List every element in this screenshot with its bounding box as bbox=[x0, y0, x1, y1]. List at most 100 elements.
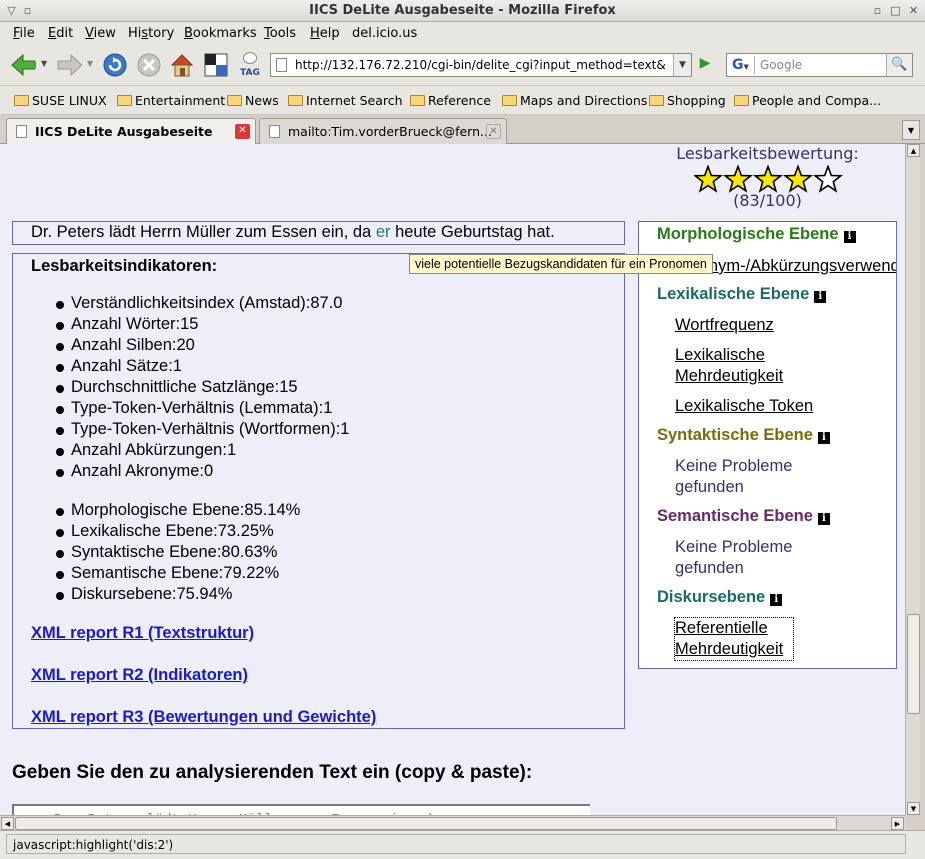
menu-bar: File Edit View History Bookmarks Tools H… bbox=[0, 22, 925, 45]
syntactic-no-problems: Keine Probleme gefunden bbox=[675, 457, 793, 496]
bookmarks-toolbar: SUSE LINUX Entertainment News Internet S… bbox=[0, 85, 925, 115]
tag-icon[interactable]: TAG bbox=[237, 52, 263, 80]
problem-panel: Morphologische Ebene i Akronym-/Abkürzung… bbox=[638, 221, 897, 669]
stop-icon[interactable] bbox=[136, 52, 162, 78]
menu-file[interactable]: File bbox=[13, 26, 35, 41]
list-item: Durchschnittliche Satzlänge:15 bbox=[53, 377, 349, 398]
lexical-token-link[interactable]: Lexikalische Token bbox=[675, 396, 813, 417]
menu-bookmarks[interactable]: Bookmarks bbox=[184, 26, 257, 41]
tab-delite[interactable]: IICS DeLite Ausgabeseite ✕ bbox=[6, 118, 256, 144]
syntactic-level-heading: Syntaktische Ebene i bbox=[657, 426, 830, 445]
semantic-level-heading: Semantische Ebene i bbox=[657, 507, 830, 526]
info-icon[interactable]: i bbox=[814, 291, 827, 303]
bookmark-folder[interactable]: News bbox=[227, 93, 279, 108]
indicators-panel: Lesbarkeitsindikatoren: Verständlichkeit… bbox=[12, 253, 625, 729]
bookmark-folder[interactable]: Shopping bbox=[649, 93, 726, 108]
star-filled-icon bbox=[694, 165, 724, 193]
scroll-down-icon[interactable]: ▼ bbox=[907, 802, 920, 815]
folder-icon bbox=[649, 95, 664, 106]
url-input[interactable]: http://132.176.72.210/cgi-bin/delite_cgi… bbox=[295, 58, 671, 72]
horizontal-scroll-thumb[interactable] bbox=[15, 817, 837, 830]
close-window-icon[interactable]: ✕ bbox=[906, 3, 921, 18]
tab-mailto[interactable]: mailto:Tim.vorderBrueck@fern... ✕ bbox=[259, 118, 507, 144]
back-history-chevron-icon[interactable]: ▼ bbox=[41, 59, 47, 68]
folder-icon bbox=[227, 95, 242, 106]
bookmark-folder[interactable]: Reference bbox=[410, 93, 491, 108]
menu-help[interactable]: Help bbox=[310, 26, 340, 41]
go-icon[interactable]: ▶ bbox=[694, 55, 716, 75]
info-icon[interactable]: i bbox=[843, 231, 856, 243]
tooltip: viele potentielle Bezugskandidaten für e… bbox=[409, 254, 713, 274]
star-rating bbox=[694, 165, 844, 193]
folder-icon bbox=[117, 95, 132, 106]
bookmark-folder[interactable]: Entertainment bbox=[117, 93, 225, 108]
minimize-icon[interactable]: ▫ bbox=[870, 3, 885, 18]
list-item: Syntaktische Ebene:80.63% bbox=[53, 542, 300, 563]
highlighted-pronoun[interactable]: er bbox=[376, 223, 391, 241]
url-history-dropdown-icon[interactable]: ▼ bbox=[673, 54, 691, 76]
list-item: Anzahl Akronyme:0 bbox=[53, 461, 349, 482]
menu-history[interactable]: History bbox=[128, 26, 174, 41]
search-engine-icon[interactable]: G▼ bbox=[729, 56, 755, 74]
star-empty-icon bbox=[812, 165, 844, 193]
menu-edit[interactable]: Edit bbox=[48, 26, 73, 41]
referential-ambiguity-link[interactable]: Referentielle Mehrdeutigkeit bbox=[674, 617, 794, 661]
close-tab-icon[interactable]: ✕ bbox=[486, 124, 501, 139]
bookmark-folder[interactable]: People and Compa... bbox=[734, 93, 881, 108]
list-item: Anzahl Silben:20 bbox=[53, 335, 349, 356]
navigation-toolbar: ▼ ▼ TAG http://132.176.72.210/cgi-bin/de… bbox=[0, 45, 925, 85]
page-icon bbox=[269, 125, 280, 138]
tab-bar: IICS DeLite Ausgabeseite ✕ mailto:Tim.vo… bbox=[0, 115, 925, 144]
list-item: Lexikalische Ebene:73.25% bbox=[53, 521, 300, 542]
info-icon[interactable]: i bbox=[770, 594, 783, 606]
search-icon[interactable]: 🔍 bbox=[886, 54, 912, 76]
scroll-right-icon[interactable]: ▶ bbox=[891, 817, 904, 830]
morphological-level-heading: Morphologische Ebene i bbox=[657, 225, 856, 244]
forward-history-chevron-icon[interactable]: ▼ bbox=[87, 59, 93, 68]
page-icon bbox=[276, 58, 287, 72]
menu-delicious[interactable]: del.icio.us bbox=[352, 26, 417, 41]
menu-view[interactable]: View bbox=[85, 26, 116, 41]
list-item: Anzahl Wörter:15 bbox=[53, 314, 349, 335]
bookmark-folder[interactable]: Maps and Directions bbox=[502, 93, 647, 108]
scroll-corner bbox=[905, 815, 920, 830]
star-filled-icon bbox=[782, 165, 814, 193]
url-bar[interactable]: http://132.176.72.210/cgi-bin/delite_cgi… bbox=[270, 53, 692, 77]
word-frequency-link[interactable]: Wortfrequenz bbox=[675, 315, 774, 336]
bookmark-folder[interactable]: Internet Search bbox=[288, 93, 403, 108]
search-input[interactable]: Google bbox=[760, 58, 802, 72]
input-heading: Geben Sie den zu analysierenden Text ein… bbox=[12, 762, 533, 783]
home-icon[interactable] bbox=[169, 52, 195, 78]
discourse-level-heading: Diskursebene i bbox=[657, 588, 783, 607]
vertical-scrollbar[interactable]: ▲ ▼ bbox=[905, 144, 920, 815]
scroll-up-icon[interactable]: ▲ bbox=[907, 144, 920, 157]
xml-report-r3-link[interactable]: XML report R3 (Bewertungen und Gewichte) bbox=[31, 708, 376, 727]
folder-icon bbox=[502, 95, 517, 106]
window-border bbox=[920, 144, 925, 859]
screenshot-icon[interactable] bbox=[203, 52, 229, 78]
maximize-icon[interactable]: □ bbox=[888, 3, 903, 18]
info-icon[interactable]: i bbox=[817, 513, 830, 525]
folder-icon bbox=[410, 95, 425, 106]
status-text: javascript:highlight('dis:2') bbox=[6, 834, 906, 854]
indicators-title: Lesbarkeitsindikatoren: bbox=[31, 257, 218, 275]
xml-report-r1-link[interactable]: XML report R1 (Textstruktur) bbox=[31, 624, 254, 643]
text-input-area[interactable]: Dr. Peters lädt Herrn Müller zum Essen e… bbox=[12, 804, 590, 815]
reload-icon[interactable] bbox=[102, 52, 128, 78]
list-item: Diskursebene:75.94% bbox=[53, 584, 300, 605]
search-box[interactable]: G▼ Google 🔍 bbox=[726, 53, 913, 77]
scroll-left-icon[interactable]: ◀ bbox=[1, 817, 14, 830]
horizontal-scrollbar[interactable]: ◀ ▶ bbox=[0, 815, 905, 830]
close-tab-icon[interactable]: ✕ bbox=[235, 124, 250, 139]
status-bar: javascript:highlight('dis:2') bbox=[0, 830, 925, 859]
lexical-ambiguity-link[interactable]: Lexikalische Mehrdeutigkeit bbox=[675, 345, 825, 387]
xml-report-r2-link[interactable]: XML report R2 (Indikatoren) bbox=[31, 666, 248, 685]
forward-icon[interactable] bbox=[56, 52, 82, 78]
bookmark-folder[interactable]: SUSE LINUX bbox=[14, 93, 107, 108]
vertical-scroll-thumb[interactable] bbox=[907, 614, 920, 714]
info-icon[interactable]: i bbox=[817, 432, 830, 444]
tab-list-chevron-icon[interactable]: ▼ bbox=[902, 120, 920, 140]
list-item: Type-Token-Verhältnis (Lemmata):1 bbox=[53, 398, 349, 419]
back-icon[interactable] bbox=[10, 52, 36, 78]
menu-tools[interactable]: Tools bbox=[264, 26, 296, 41]
